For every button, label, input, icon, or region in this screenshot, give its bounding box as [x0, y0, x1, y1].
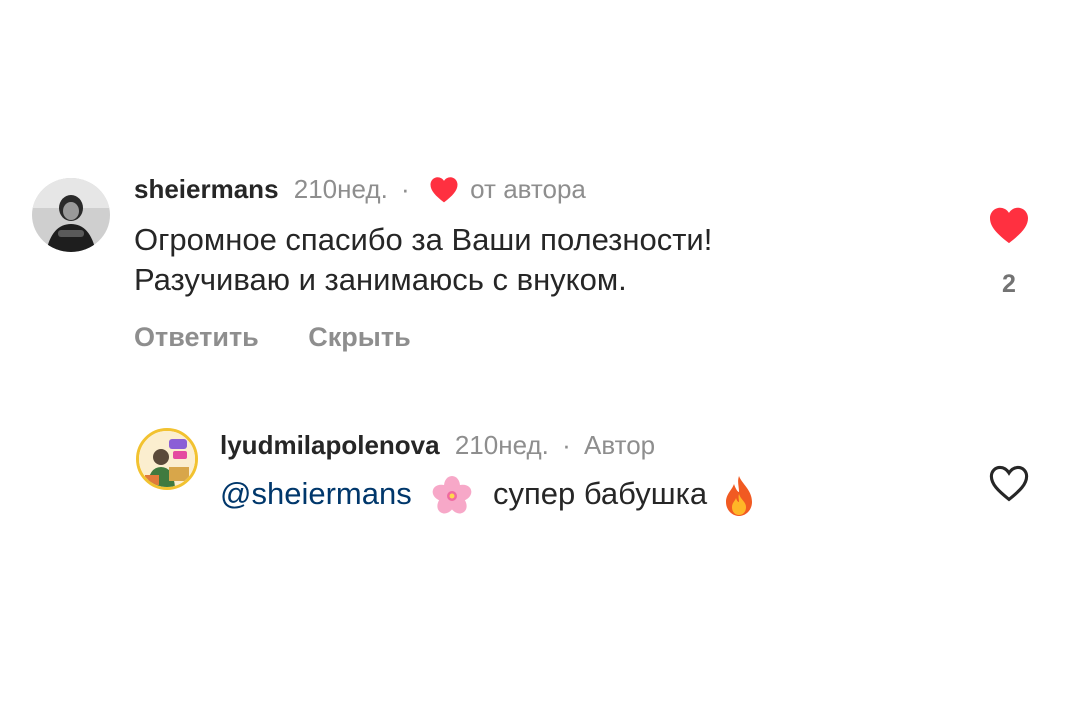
reply-button[interactable]: Ответить — [134, 322, 259, 352]
hide-button[interactable]: Скрыть — [308, 322, 410, 352]
comments-page: sheiermans 210нед. · от автора Огромное … — [0, 0, 1080, 720]
heart-filled-icon — [990, 207, 1028, 244]
author-badge: Автор — [584, 430, 656, 460]
reply-username[interactable]: lyudmilapolenova — [220, 430, 440, 460]
reply-message: супер бабушка — [492, 476, 708, 512]
comment-like-button[interactable] — [988, 206, 1030, 249]
comment-header: sheiermans 210нед. · от автора — [134, 174, 586, 204]
cherry-blossom-icon — [433, 476, 472, 514]
comment-text: Огромное спасибо за Ваши полезности! Раз… — [134, 220, 712, 300]
reply-time: 210нед. — [454, 430, 549, 460]
fire-icon — [725, 476, 752, 516]
comment-time: 210нед. — [293, 174, 388, 204]
reply-header: lyudmilapolenova 210нед. · Автор — [220, 430, 655, 460]
author-liked-heart-icon — [430, 176, 458, 203]
avatar-photo-icon — [32, 178, 110, 252]
heart-outline-icon — [989, 465, 1029, 502]
like-count[interactable]: 2 — [989, 270, 1029, 299]
reply-like-button[interactable] — [988, 464, 1030, 507]
mention-link[interactable]: @sheiermans — [220, 476, 412, 511]
author-like-label: от автора — [470, 174, 586, 204]
comment-username[interactable]: sheiermans — [134, 174, 279, 204]
reply-text: @sheiermans супер бабушка — [220, 474, 758, 518]
avatar-sheiermans[interactable] — [32, 178, 110, 252]
comment-text-line: Огромное спасибо за Ваши полезности! — [134, 222, 713, 257]
separator-dot: · — [401, 174, 410, 204]
separator-dot: · — [562, 430, 571, 460]
comment-actions: Ответить Скрыть — [134, 322, 411, 353]
avatar-lyudmilapolenova[interactable] — [136, 428, 198, 490]
comment-text-line: Разучиваю и занимаюсь с внуком. — [134, 262, 627, 297]
avatar-photo-icon — [139, 431, 195, 487]
